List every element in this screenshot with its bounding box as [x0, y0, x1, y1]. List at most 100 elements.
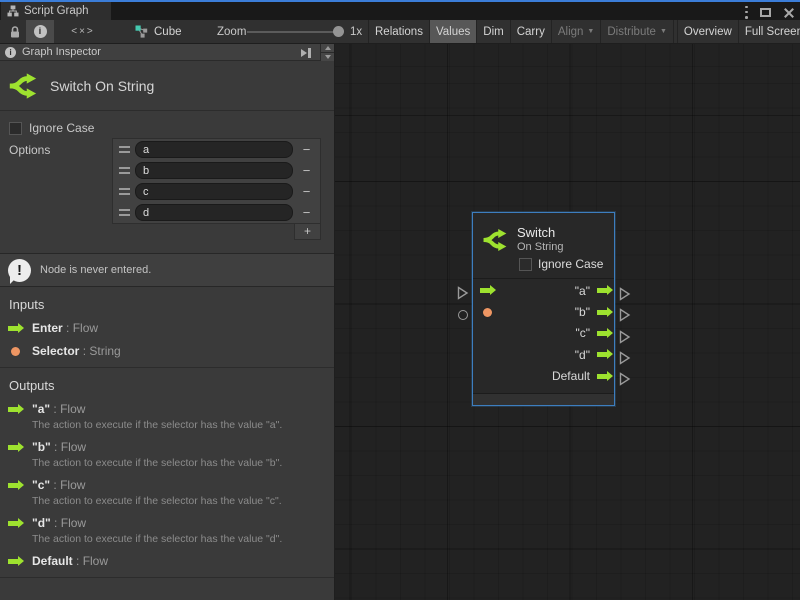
- selector-port[interactable]: [483, 308, 492, 317]
- output-port[interactable]: "a": [575, 284, 607, 298]
- align-dropdown[interactable]: Align: [552, 20, 602, 43]
- input-port-selector: Selector String: [0, 344, 334, 358]
- graph-canvas[interactable]: Switch On String Ignore Case "a" "b" "c"…: [335, 44, 800, 600]
- remove-option-button[interactable]: −: [293, 184, 320, 199]
- values-button[interactable]: Values: [430, 20, 477, 43]
- relations-button[interactable]: Relations: [369, 20, 430, 43]
- switch-unit-icon: [8, 71, 38, 101]
- output-item: "c" Flow The action to execute if the se…: [0, 478, 334, 507]
- inspector-header-label: Graph Inspector: [22, 46, 101, 58]
- external-value-input-stub[interactable]: [458, 310, 468, 320]
- flow-port-icon: [597, 374, 607, 379]
- window-controls: [745, 5, 794, 19]
- lock-button[interactable]: [4, 20, 26, 43]
- flow-port-icon: [8, 521, 18, 526]
- inspector-toggle-button[interactable]: [26, 20, 54, 43]
- output-item: Default Flow: [0, 554, 334, 568]
- scroll-down-button[interactable]: [321, 52, 334, 61]
- carry-button[interactable]: Carry: [511, 20, 552, 43]
- option-input[interactable]: [135, 183, 293, 200]
- remove-option-button[interactable]: −: [293, 142, 320, 157]
- warning-bubble-icon: [8, 259, 31, 282]
- lock-icon: [9, 25, 21, 39]
- flow-port-icon: [597, 331, 607, 336]
- output-port[interactable]: "d": [575, 348, 607, 362]
- option-input[interactable]: [135, 162, 293, 179]
- ignore-case-checkbox[interactable]: [9, 122, 22, 135]
- external-flow-output-stub[interactable]: [619, 287, 631, 301]
- drag-handle[interactable]: [113, 188, 135, 194]
- option-item: −: [113, 202, 320, 223]
- triangle-up-icon: [325, 46, 331, 50]
- ignore-case-label: Ignore Case: [29, 121, 94, 135]
- overview-button[interactable]: Overview: [677, 20, 739, 43]
- full-screen-button[interactable]: Full Screen: [739, 20, 800, 43]
- option-input[interactable]: [135, 204, 293, 221]
- flow-port-icon: [8, 407, 18, 412]
- output-port[interactable]: "c": [575, 326, 607, 340]
- zoom-slider-handle[interactable]: [333, 26, 344, 37]
- flow-port-icon: [597, 352, 607, 357]
- remove-option-button[interactable]: −: [293, 163, 320, 178]
- external-flow-input-stub[interactable]: [457, 286, 469, 300]
- scroll-up-button[interactable]: [321, 44, 334, 52]
- graph-name: Cube: [154, 26, 182, 38]
- script-graph-asset-icon: [135, 25, 148, 38]
- output-item: "b" Flow The action to execute if the se…: [0, 440, 334, 469]
- external-flow-output-stub[interactable]: [619, 372, 631, 386]
- dock-panel-icon[interactable]: [301, 47, 314, 58]
- enter-port[interactable]: [480, 288, 490, 293]
- option-input[interactable]: [135, 141, 293, 158]
- window-menu-icon[interactable]: [745, 6, 748, 19]
- zoom-value: 1x: [350, 20, 362, 43]
- graph-toolbar: Cube Zoom 1x Relations Values Dim Carry …: [0, 20, 800, 44]
- triangle-down-icon: [325, 55, 331, 59]
- flow-port-icon: [8, 326, 18, 331]
- drag-handle[interactable]: [113, 146, 135, 152]
- zoom-slider-track[interactable]: [247, 31, 339, 33]
- outputs-heading: Outputs: [9, 378, 334, 393]
- switch-on-string-node[interactable]: Switch On String Ignore Case "a" "b" "c"…: [472, 212, 615, 406]
- maximize-icon[interactable]: [760, 8, 771, 17]
- graph-inspector-panel: Graph Inspector Switch On String Ignore …: [0, 44, 335, 600]
- distribute-dropdown[interactable]: Distribute: [601, 20, 674, 43]
- node-subtitle: On String: [517, 241, 563, 253]
- node-ports: "a" "b" "c" "d" Default: [473, 280, 614, 387]
- port-row: Default: [473, 366, 614, 387]
- ignore-case-checkbox[interactable]: [519, 258, 532, 271]
- inputs-heading: Inputs: [9, 297, 334, 312]
- inspector-header: Graph Inspector: [0, 44, 334, 61]
- external-flow-output-stub[interactable]: [619, 308, 631, 322]
- output-port[interactable]: "b": [575, 305, 607, 319]
- unit-title: Switch On String: [50, 78, 154, 94]
- node-title: Switch: [517, 225, 555, 240]
- remove-option-button[interactable]: −: [293, 205, 320, 220]
- flow-port-icon: [8, 483, 18, 488]
- panel-scroll-buttons: [320, 44, 334, 61]
- add-option-button[interactable]: +: [294, 224, 321, 240]
- option-item: −: [113, 139, 320, 160]
- close-icon[interactable]: [783, 7, 794, 18]
- flow-port-icon: [8, 445, 18, 450]
- ignore-case-row: Ignore Case: [9, 121, 334, 135]
- info-icon: [5, 47, 16, 58]
- tab-script-graph[interactable]: Script Graph: [1, 2, 111, 20]
- dim-button[interactable]: Dim: [477, 20, 510, 43]
- code-preview-button[interactable]: [64, 20, 102, 43]
- options-row: Options − − −: [0, 138, 334, 240]
- tab-bar: Script Graph: [0, 2, 800, 20]
- external-flow-output-stub[interactable]: [619, 351, 631, 365]
- output-port[interactable]: Default: [552, 369, 607, 383]
- external-flow-output-stub[interactable]: [619, 330, 631, 344]
- port-row: "d": [473, 344, 614, 365]
- graph-reference[interactable]: Cube: [135, 20, 182, 43]
- tab-label: Script Graph: [24, 5, 89, 17]
- port-row: "c": [473, 323, 614, 344]
- chevron-down-icon: [660, 28, 667, 35]
- output-item: "a" Flow The action to execute if the se…: [0, 402, 334, 431]
- switch-unit-icon: [482, 227, 508, 253]
- drag-handle[interactable]: [113, 209, 135, 215]
- drag-handle[interactable]: [113, 167, 135, 173]
- option-item: −: [113, 160, 320, 181]
- warning-box: Node is never entered.: [0, 253, 334, 287]
